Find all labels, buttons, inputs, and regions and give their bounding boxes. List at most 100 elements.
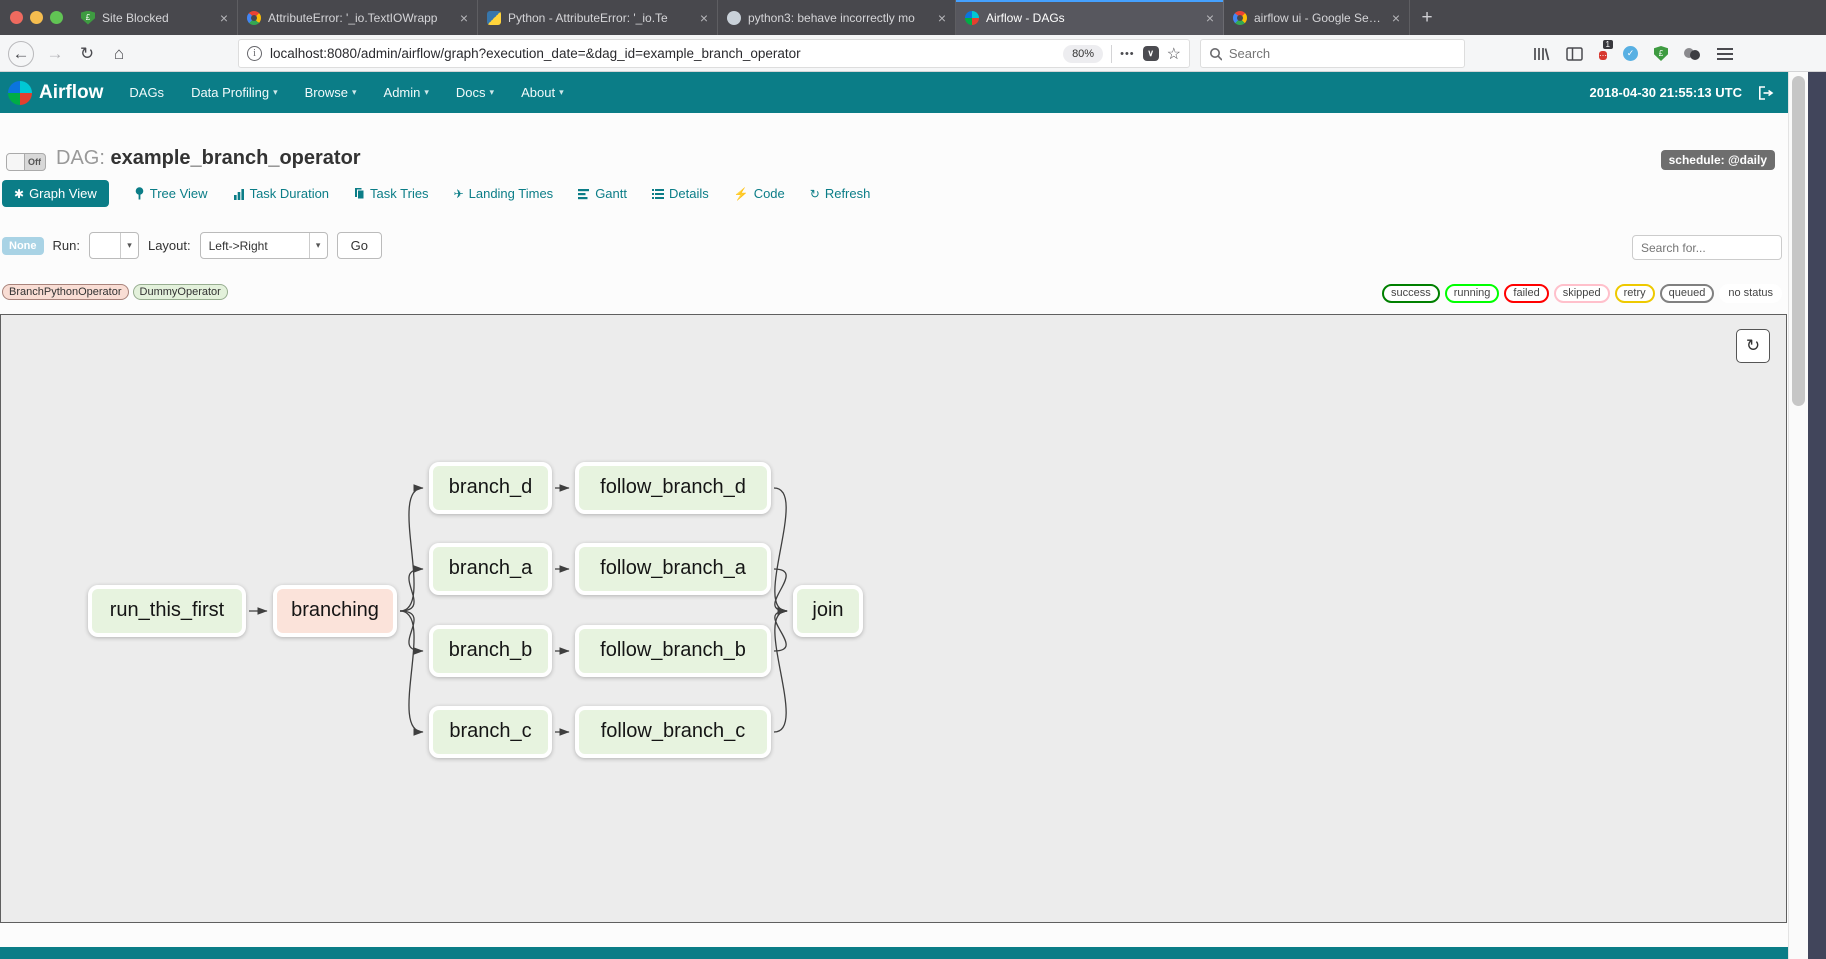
dag-node-branch_a[interactable]: branch_a bbox=[429, 543, 552, 595]
tab-tree-view[interactable]: Tree View bbox=[134, 186, 208, 201]
lightning-icon: ⚡ bbox=[734, 187, 749, 201]
nav-item-docs[interactable]: Docs▾ bbox=[456, 85, 494, 100]
home-icon[interactable]: ⌂ bbox=[106, 41, 132, 67]
url-bar[interactable]: i localhost:8080/admin/airflow/graph?exe… bbox=[238, 39, 1190, 68]
browser-tab-google-search[interactable]: airflow ui - Google Search × bbox=[1224, 0, 1410, 35]
logout-icon[interactable] bbox=[1758, 86, 1774, 100]
task-search-input[interactable] bbox=[1641, 241, 1773, 255]
tab-code[interactable]: ⚡ Code bbox=[734, 186, 785, 201]
tab-task-duration[interactable]: Task Duration bbox=[233, 186, 329, 201]
url-text[interactable]: localhost:8080/admin/airflow/graph?execu… bbox=[270, 46, 1055, 61]
browser-tab-bar: £ Site Blocked × AttributeError: '_io.Te… bbox=[0, 0, 1826, 35]
browser-search-input[interactable] bbox=[1229, 46, 1456, 61]
reload-icon[interactable]: ↻ bbox=[74, 41, 100, 67]
toggle-label: Off bbox=[28, 157, 41, 167]
dag-node-join[interactable]: join bbox=[793, 585, 863, 637]
forward-icon[interactable]: → bbox=[42, 41, 68, 67]
browser-tab-github-behave[interactable]: python3: behave incorrectly mo × bbox=[718, 0, 956, 35]
tab-close-icon[interactable]: × bbox=[938, 10, 946, 26]
dag-edges bbox=[1, 315, 1786, 922]
chevron-down-icon: ▾ bbox=[273, 87, 278, 98]
tab-close-icon[interactable]: × bbox=[460, 10, 468, 26]
nav-item-admin[interactable]: Admin▾ bbox=[384, 85, 429, 100]
new-tab-button[interactable]: + bbox=[1410, 0, 1444, 35]
graph-refresh-button[interactable]: ↻ bbox=[1736, 329, 1770, 363]
browser-search-bar[interactable] bbox=[1200, 39, 1465, 68]
tab-gantt[interactable]: Gantt bbox=[578, 186, 627, 201]
layout-select[interactable]: Left->Right ▾ bbox=[200, 232, 328, 259]
chevron-down-icon: ▾ bbox=[352, 87, 357, 98]
back-icon[interactable]: ← bbox=[8, 41, 34, 67]
tab-refresh[interactable]: ↻ Refresh bbox=[810, 186, 871, 201]
desktop-edge bbox=[1808, 72, 1826, 959]
go-button[interactable]: Go bbox=[337, 232, 382, 259]
nav-item-dags[interactable]: DAGs bbox=[129, 85, 164, 100]
bookmark-star-icon[interactable]: ☆ bbox=[1167, 44, 1181, 64]
run-label: Run: bbox=[53, 238, 80, 253]
tab-landing-times[interactable]: ✈ Landing Times bbox=[454, 186, 554, 201]
dag-node-branch_d[interactable]: branch_d bbox=[429, 462, 552, 514]
orbs-extension-icon[interactable] bbox=[1684, 46, 1701, 61]
list-icon bbox=[652, 188, 664, 200]
dag-node-follow_branch_b[interactable]: follow_branch_b bbox=[575, 625, 771, 677]
dag-node-run_this_first[interactable]: run_this_first bbox=[88, 585, 246, 637]
nav-item-about[interactable]: About▾ bbox=[521, 85, 564, 100]
window-close-button[interactable] bbox=[10, 11, 23, 24]
dag-prefix: DAG: bbox=[56, 147, 105, 169]
tab-close-icon[interactable]: × bbox=[220, 10, 228, 26]
dag-edge-follow_branch_c-to-join bbox=[774, 611, 787, 732]
shield-extension-icon[interactable]: £ bbox=[1654, 46, 1668, 61]
copy-icon bbox=[354, 187, 365, 200]
browser-tab-python-attributeerror[interactable]: Python - AttributeError: '_io.Te × bbox=[478, 0, 718, 35]
tab-task-tries[interactable]: Task Tries bbox=[354, 186, 429, 201]
tab-close-icon[interactable]: × bbox=[1392, 10, 1400, 26]
task-search-box[interactable] bbox=[1632, 235, 1782, 260]
legend-state-queued: queued bbox=[1660, 284, 1715, 303]
nav-item-browse[interactable]: Browse▾ bbox=[305, 85, 357, 100]
legend-dummyoperator: DummyOperator bbox=[133, 284, 228, 300]
graph-view-icon: ✱ bbox=[14, 187, 24, 201]
window-minimize-button[interactable] bbox=[30, 11, 43, 24]
dag-node-follow_branch_c[interactable]: follow_branch_c bbox=[575, 706, 771, 758]
dag-node-follow_branch_d[interactable]: follow_branch_d bbox=[575, 462, 771, 514]
window-zoom-button[interactable] bbox=[50, 11, 63, 24]
menu-hamburger-icon[interactable] bbox=[1717, 53, 1733, 55]
google-icon bbox=[1233, 11, 1247, 25]
extension-badge: 1 bbox=[1603, 40, 1613, 49]
python-icon bbox=[487, 11, 501, 25]
run-select[interactable]: ▾ bbox=[89, 232, 139, 259]
pocket-icon[interactable]: ∨ bbox=[1143, 46, 1159, 61]
dag-pause-toggle[interactable]: Off bbox=[6, 153, 46, 171]
browser-tab-airflow-dags[interactable]: Airflow - DAGs × bbox=[956, 0, 1224, 35]
sidebar-toggle-icon[interactable] bbox=[1566, 47, 1583, 61]
dag-node-follow_branch_a[interactable]: follow_branch_a bbox=[575, 543, 771, 595]
dag-node-branch_c[interactable]: branch_c bbox=[429, 706, 552, 758]
adblock-extension-icon[interactable]: ⋯ 1 bbox=[1599, 45, 1607, 63]
dag-graph-panel[interactable]: ↻ run_this_first branching branch_d follow_… bbox=[0, 314, 1787, 923]
browser-tab-attributeerror[interactable]: AttributeError: '_io.TextIOWrapp × bbox=[238, 0, 478, 35]
browser-tab-site-blocked[interactable]: £ Site Blocked × bbox=[72, 0, 238, 35]
base-date-badge: None bbox=[2, 237, 44, 255]
page-actions-icon[interactable]: ••• bbox=[1120, 48, 1135, 60]
zoom-level-badge[interactable]: 80% bbox=[1063, 45, 1103, 63]
dag-node-branch_b[interactable]: branch_b bbox=[429, 625, 552, 677]
site-info-icon[interactable]: i bbox=[247, 46, 262, 61]
plane-icon: ✈ bbox=[454, 187, 464, 201]
dag-node-branching[interactable]: branching bbox=[273, 585, 397, 637]
nav-item-data-profiling[interactable]: Data Profiling▾ bbox=[191, 85, 278, 100]
chevron-down-icon: ▾ bbox=[309, 233, 327, 258]
tab-details[interactable]: Details bbox=[652, 186, 709, 201]
tab-close-icon[interactable]: × bbox=[700, 10, 708, 26]
dag-edge-branching-to-branch_b bbox=[400, 611, 423, 651]
blue-extension-icon[interactable]: ✓ bbox=[1623, 46, 1638, 61]
page-title: DAG: example_branch_operator bbox=[56, 147, 361, 170]
dag-edge-follow_branch_d-to-join bbox=[774, 488, 787, 611]
airflow-brand[interactable]: Airflow bbox=[8, 81, 103, 105]
library-icon[interactable] bbox=[1533, 47, 1550, 61]
scrollbar-thumb[interactable] bbox=[1792, 76, 1805, 406]
tab-graph-view[interactable]: ✱ Graph View bbox=[2, 180, 109, 207]
page-scrollbar[interactable] bbox=[1788, 72, 1808, 959]
tab-close-icon[interactable]: × bbox=[1206, 10, 1214, 26]
legend-state-success: success bbox=[1382, 284, 1440, 303]
tab-title: Python - AttributeError: '_io.Te bbox=[508, 11, 689, 25]
